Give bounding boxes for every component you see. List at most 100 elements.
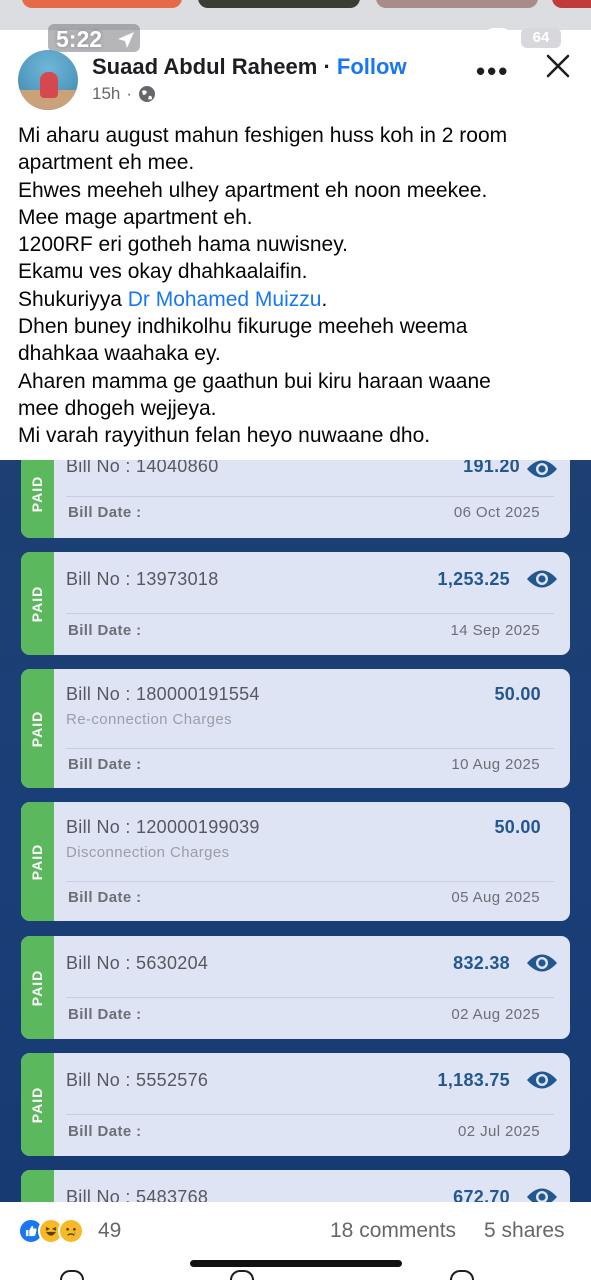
view-eye-icon[interactable] — [526, 568, 558, 590]
bill-date-label: Bill Date : — [68, 1123, 142, 1140]
bill-number: Bill No : 5630204 — [66, 953, 209, 973]
bill-number: Bill No : 120000199039 — [66, 817, 260, 837]
close-icon[interactable] — [544, 52, 572, 80]
bill-number: Bill No : 5483768 — [66, 1187, 209, 1202]
bill-description: Disconnection Charges — [66, 844, 230, 861]
bill-number: Bill No : 14040860 — [66, 460, 219, 476]
view-eye-icon[interactable] — [526, 952, 558, 974]
post-line: Mi aharu august mahun feshigen huss koh … — [18, 124, 508, 147]
avatar[interactable] — [18, 50, 78, 110]
bill-date-label: Bill Date : — [68, 756, 142, 773]
bill-date: 02 Jul 2025 — [458, 1123, 540, 1140]
divider — [66, 496, 554, 497]
bill-amount: 191.20 — [463, 460, 520, 476]
paid-badge: PAID — [29, 585, 46, 622]
paid-badge: PAID — [29, 1086, 46, 1123]
bill-amount: 1,253.25 — [437, 569, 510, 589]
bill-card[interactable]: Bill No : 5483768 672.70 — [21, 1170, 570, 1202]
post-header: Suaad Abdul Raheem · Follow 15h · ••• — [0, 46, 591, 116]
mention-link[interactable]: Dr Mohamed Muizzu — [128, 288, 322, 311]
home-indicator — [190, 1260, 402, 1267]
bill-card[interactable]: PAID Bill No : 120000199039 50.00 Discon… — [21, 802, 570, 921]
bill-date-label: Bill Date : — [68, 1006, 142, 1023]
bill-date-label: Bill Date : — [68, 622, 142, 639]
post-line: dhahkaa waahaka ey. — [18, 342, 221, 366]
sad-reaction-icon — [58, 1218, 84, 1244]
meta-separator: · — [126, 84, 133, 103]
view-eye-icon[interactable] — [526, 1069, 558, 1091]
wifi-icon — [485, 28, 511, 46]
post-line: Ekamu ves okay dhahkaalaifin. — [18, 260, 308, 284]
thumbnail[interactable] — [198, 0, 360, 8]
post-line: Mee mage apartment eh. — [18, 205, 253, 229]
bill-date-label: Bill Date : — [68, 504, 142, 521]
view-eye-icon[interactable] — [526, 460, 558, 480]
post-meta: 15h · — [92, 84, 156, 104]
bill-amount: 1,183.75 — [437, 1070, 510, 1090]
comment-button-icon[interactable] — [230, 1270, 254, 1280]
thumbnail[interactable] — [552, 0, 591, 8]
post-line: 1200RF eri gotheh hama nuwisney. — [18, 233, 348, 257]
bill-amount: 50.00 — [494, 817, 541, 837]
thumbnail[interactable] — [376, 0, 538, 8]
share-button-icon[interactable] — [450, 1270, 474, 1280]
mention-suffix: . — [321, 287, 328, 311]
post-line-text: Shukuriyya — [18, 287, 128, 311]
bill-date: 05 Aug 2025 — [451, 889, 540, 906]
post-line: apartment eh mee. — [18, 151, 195, 175]
author-name[interactable]: Suaad Abdul Raheem — [92, 54, 317, 79]
bill-amount: 672.70 — [453, 1187, 510, 1202]
paid-badge: PAID — [29, 710, 46, 747]
bill-date: 10 Aug 2025 — [451, 756, 540, 773]
bill-amount: 50.00 — [494, 684, 541, 704]
bill-card[interactable]: PAID Bill No : 5630204 832.38 Bill Date … — [21, 936, 570, 1039]
post-line: mee dhogeh wejjeya. — [18, 396, 217, 420]
separator: · — [323, 54, 331, 79]
bill-card[interactable]: PAID Bill No : 5552576 1,183.75 Bill Dat… — [21, 1053, 570, 1156]
post-line: Shukuriyya Dr Mohamed Muizzu. — [18, 286, 578, 313]
signal-icon — [446, 33, 473, 47]
bill-card[interactable]: PAID Bill No : 13973018 1,253.25 Bill Da… — [21, 552, 570, 655]
bill-date-label: Bill Date : — [68, 889, 142, 906]
paid-strip — [21, 1170, 54, 1202]
paid-badge: PAID — [29, 969, 46, 1006]
shares-count[interactable]: 5 shares — [484, 1219, 565, 1243]
divider — [66, 997, 554, 998]
paid-badge: PAID — [29, 475, 46, 513]
post-line: Aharen mamma ge gaathun bui kiru haraan … — [18, 369, 491, 393]
globe-icon — [139, 86, 156, 102]
bill-number: Bill No : 180000191554 — [66, 684, 260, 704]
bill-date: 02 Aug 2025 — [451, 1006, 540, 1023]
bill-card[interactable]: PAID Bill No : 14040860 191.20 Bill Date… — [21, 460, 570, 538]
status-icons: 64 — [445, 28, 561, 48]
reaction-count[interactable]: 49 — [98, 1219, 121, 1243]
divider — [66, 613, 554, 614]
author-line: Suaad Abdul Raheem · Follow — [92, 54, 407, 80]
post-line: Ehwes meeheh ulhey apartment eh noon mee… — [18, 178, 488, 202]
comments-count[interactable]: 18 comments — [330, 1219, 456, 1243]
view-eye-icon[interactable] — [526, 1186, 558, 1202]
like-button-icon[interactable] — [60, 1270, 84, 1280]
post-image[interactable]: PAID Bill No : 14040860 191.20 Bill Date… — [0, 460, 591, 1202]
bill-number: Bill No : 5552576 — [66, 1070, 209, 1090]
post-line: Mi varah rayyithun felan heyo nuwaane dh… — [18, 424, 431, 448]
bill-card[interactable]: PAID Bill No : 180000191554 50.00 Re-con… — [21, 669, 570, 788]
follow-button[interactable]: Follow — [337, 54, 407, 79]
divider — [66, 748, 554, 749]
bill-date: 06 Oct 2025 — [453, 504, 540, 521]
reaction-icons[interactable] — [18, 1218, 84, 1244]
post-line: Dhen buney indhikolhu fikuruge meeheh we… — [18, 315, 468, 339]
bill-amount: 832.38 — [453, 953, 510, 973]
post-time[interactable]: 15h — [92, 84, 120, 104]
bill-date: 14 Sep 2025 — [450, 622, 540, 639]
thumbnail[interactable] — [22, 0, 182, 8]
post-text: Mi aharu august mahun feshigen huss koh … — [18, 122, 578, 450]
bill-number: Bill No : 13973018 — [66, 569, 219, 589]
divider — [66, 881, 554, 882]
battery-indicator: 64 — [521, 28, 561, 48]
divider — [66, 1114, 554, 1115]
paid-badge: PAID — [29, 843, 46, 880]
more-options-icon[interactable]: ••• — [476, 56, 509, 87]
reactions-bar: 49 18 comments 5 shares — [0, 1202, 591, 1280]
action-buttons-row — [0, 1270, 591, 1280]
